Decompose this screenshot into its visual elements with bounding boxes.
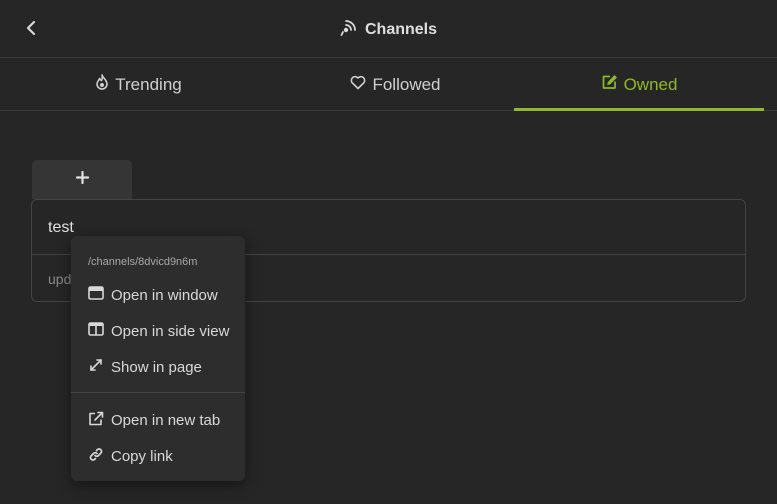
page-title-text: Channels (364, 21, 437, 38)
channels-page: Channels Trending Followed Owned test up… (0, 0, 777, 504)
channel-name: test (48, 219, 74, 236)
menu-separator (71, 392, 245, 393)
tab-trending[interactable]: Trending (0, 59, 277, 110)
tab-owned[interactable]: Owned (514, 59, 764, 111)
context-menu: /channels/8dvicd9n6m Open in window Open… (71, 236, 245, 481)
tab-bar: Trending Followed Owned (0, 59, 777, 111)
expand-icon (88, 358, 104, 376)
plus-icon (75, 170, 89, 189)
header: Channels (0, 0, 777, 58)
page-title: Channels (0, 19, 777, 41)
menu-item-label: Open in window (111, 286, 218, 304)
tab-followed[interactable]: Followed (277, 59, 514, 110)
menu-item-open-in-side-view[interactable]: Open in side view (88, 319, 229, 343)
menu-item-show-in-page[interactable]: Show in page (88, 355, 202, 379)
tab-label: Followed (372, 74, 441, 94)
window-icon (88, 286, 104, 304)
external-link-icon (88, 411, 104, 430)
menu-item-copy-link[interactable]: Copy link (88, 444, 173, 468)
flame-icon (95, 74, 109, 95)
menu-item-label: Show in page (111, 358, 202, 376)
columns-icon (88, 322, 104, 340)
link-icon (88, 447, 104, 466)
menu-item-label: Open in side view (111, 322, 230, 340)
heart-icon (350, 75, 366, 95)
tab-label: Owned (623, 74, 678, 94)
tab-label: Trending (115, 74, 182, 94)
add-channel-button[interactable] (32, 160, 132, 199)
menu-item-label: Copy link (111, 447, 173, 465)
menu-item-open-in-window[interactable]: Open in window (88, 283, 218, 307)
menu-path: /channels/8dvicd9n6m (88, 256, 198, 268)
menu-item-label: Open in new tab (111, 411, 221, 429)
broadcast-icon (340, 19, 357, 41)
edit-square-icon (601, 74, 618, 95)
menu-item-open-in-new-tab[interactable]: Open in new tab (88, 408, 220, 432)
